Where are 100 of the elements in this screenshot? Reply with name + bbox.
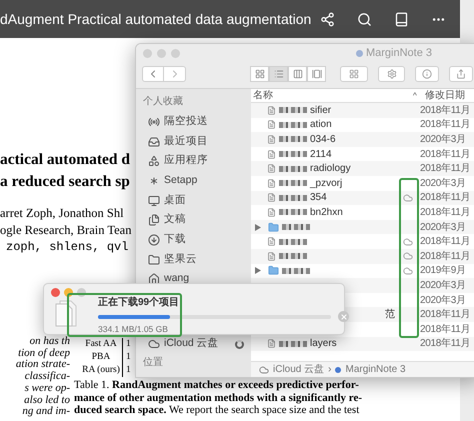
home-icon (148, 273, 160, 286)
paper-text: ng and im- (22, 406, 70, 418)
cancel-button[interactable] (338, 311, 349, 322)
path-item[interactable]: iCloud 云盘 (273, 362, 324, 377)
sidebar-item[interactable]: Setapp (143, 171, 251, 191)
file-row[interactable]: sifier 2018年11月 (251, 103, 474, 118)
back-button[interactable] (142, 66, 164, 82)
table-caption: Table 1. RandAugment matches or exceeds predictive perfor- (74, 379, 359, 392)
sidebar-item[interactable]: 文稿 (143, 210, 251, 230)
list-view-button[interactable] (269, 66, 288, 82)
group-button[interactable] (340, 66, 368, 82)
table-caption: duced search space. We report the search space size and the test (74, 404, 360, 417)
share-button[interactable] (449, 66, 473, 82)
sidebar-header: 位置 (143, 356, 163, 370)
sort-indicator[interactable]: ^ (413, 90, 417, 102)
info-icon (422, 69, 432, 79)
app-icon (335, 366, 342, 372)
tray-icon (148, 136, 160, 148)
file-row[interactable]: layers 2018年11月 (251, 336, 474, 352)
file-row[interactable]: 2114 2018年11月 (251, 146, 474, 162)
document-icon (267, 164, 276, 174)
disclosure-triangle-icon[interactable] (255, 267, 261, 274)
documents-icon (148, 214, 160, 226)
file-date: 2020年3月 (420, 294, 466, 308)
column-heading[interactable]: 修改日期 (424, 88, 465, 103)
paper-text: also led to (24, 394, 70, 406)
redacted-name-drawing (282, 224, 310, 230)
redacted-name-drawing (279, 340, 307, 347)
file-date: 2018年11月 (420, 322, 470, 337)
columns-view-button[interactable] (288, 66, 307, 82)
file-name: _pzvorj (310, 176, 342, 191)
paper-author: ogle Research, Brain Tean (0, 222, 132, 239)
file-date: 2018年11月 (420, 104, 470, 118)
disclosure-triangle-icon[interactable] (255, 224, 261, 231)
paper-text: tion of deep (18, 348, 70, 360)
file-name: 034-6 (310, 132, 336, 147)
sidebar-item[interactable]: 隔空投送 (143, 112, 251, 132)
file-date: 2020年3月 (420, 176, 466, 191)
search-icon[interactable] (357, 12, 372, 26)
action-button[interactable] (378, 66, 406, 82)
sidebar-item[interactable]: 应用程序 (143, 151, 251, 172)
document-icon (267, 120, 276, 130)
info-button[interactable] (415, 66, 440, 82)
close-button[interactable] (51, 288, 60, 297)
book-icon[interactable] (394, 12, 409, 26)
redacted-name-drawing (279, 136, 307, 142)
progress-ring-icon (234, 340, 244, 349)
file-row[interactable]: 2020年3月 (251, 220, 474, 234)
file-row[interactable]: 2018年11月 (251, 248, 474, 264)
file-name: 范 (385, 308, 395, 322)
table-caption: mance of other augmentation methods with a significantly re- (74, 392, 362, 404)
nodes-icon[interactable] (320, 12, 335, 26)
paper-text: on has th (30, 336, 70, 348)
redacted-name-drawing (279, 151, 307, 158)
paper-text: ation strate- (16, 359, 70, 371)
redacted-name-drawing (282, 268, 310, 274)
sidebar-item[interactable]: 下载 (143, 230, 251, 250)
grid-view-button[interactable] (250, 66, 269, 82)
document-icon (267, 106, 276, 115)
document-icon (267, 134, 276, 144)
file-name: radiology (310, 162, 351, 176)
file-row[interactable]: 354 2018年11月 (251, 190, 474, 206)
table-cell: PBA (92, 351, 110, 364)
redacted-name-drawing (279, 122, 307, 128)
app-icon (356, 50, 363, 57)
document-icon (267, 252, 276, 261)
download-progress-text: 334.1 MB/1.05 GB (98, 324, 168, 334)
table-cell: 1 (126, 338, 131, 351)
sidebar-item[interactable]: iCloud 云盘 (143, 336, 251, 352)
paper-author: arret Zoph, Jonathon Shl (0, 205, 124, 222)
cloud-icon (259, 364, 269, 374)
redacted-name-drawing (279, 107, 307, 114)
gallery-view-button[interactable] (307, 66, 326, 82)
share-icon (456, 69, 466, 79)
file-name: 2114 (310, 148, 332, 162)
column-heading[interactable]: 名称 (253, 88, 273, 103)
sidebar-item[interactable]: 桌面 (143, 190, 251, 210)
folder-icon (268, 265, 279, 276)
download-icon (148, 234, 160, 246)
file-row[interactable]: 034-6 2020年3月 (251, 132, 474, 147)
document-icon (267, 178, 276, 188)
path-item[interactable]: MarginNote 3 (345, 362, 406, 377)
document-icon (267, 339, 276, 348)
gallery-view-icon (312, 69, 322, 79)
sidebar-item[interactable]: 最近项目 (143, 132, 251, 152)
file-name: sifier (310, 104, 332, 118)
redacted-name-drawing (279, 209, 307, 216)
file-date: 2020年3月 (420, 220, 466, 235)
path-separator: › (328, 363, 332, 377)
file-date: 2019年9月 (420, 264, 466, 278)
file-date: 2018年11月 (420, 162, 470, 176)
file-row[interactable]: radiology 2018年11月 (251, 161, 474, 176)
document-title: dAugment Practical automated data augmentation (0, 10, 312, 29)
sidebar-header: 个人收藏 (143, 94, 183, 109)
redacted-name-drawing (279, 166, 307, 172)
grid-icon (348, 69, 359, 79)
paper-text: classifica- (24, 371, 70, 383)
sidebar-item[interactable]: 坚果云 (143, 250, 251, 270)
forward-button[interactable] (164, 66, 186, 82)
apps-icon (148, 155, 160, 168)
